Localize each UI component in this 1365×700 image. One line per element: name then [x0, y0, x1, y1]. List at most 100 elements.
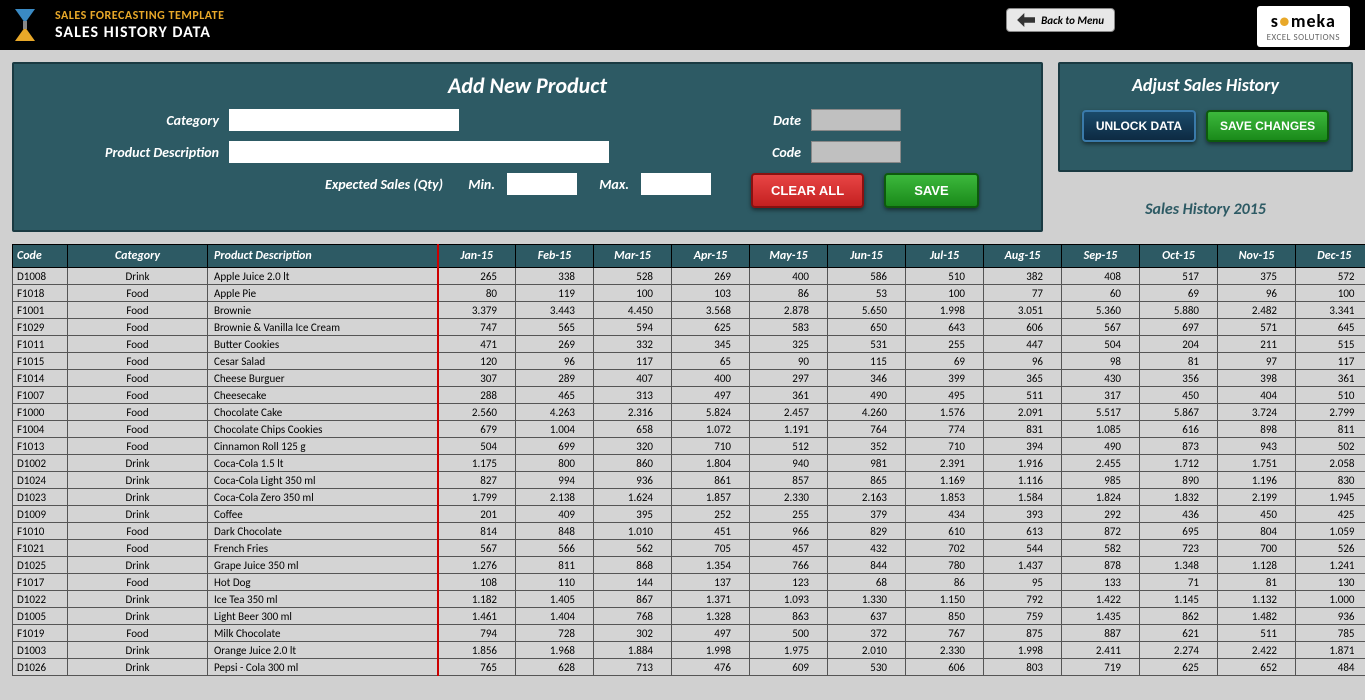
table-cell[interactable]: Drink — [68, 608, 208, 625]
table-cell[interactable]: 345 — [672, 336, 750, 353]
table-cell[interactable]: 2.199 — [1218, 489, 1296, 506]
table-cell[interactable]: Food — [68, 302, 208, 319]
table-cell[interactable]: 1.884 — [594, 642, 672, 659]
table-cell[interactable]: 313 — [594, 387, 672, 404]
table-cell[interactable]: Apple Juice 2.0 lt — [208, 268, 438, 285]
table-cell[interactable]: 695 — [1140, 523, 1218, 540]
table-cell[interactable]: 119 — [516, 285, 594, 302]
table-cell[interactable]: Butter Cookies — [208, 336, 438, 353]
table-cell[interactable]: 719 — [1062, 659, 1140, 676]
table-cell[interactable]: D1003 — [13, 642, 68, 659]
table-cell[interactable]: 650 — [828, 319, 906, 336]
table-cell[interactable]: 862 — [1140, 608, 1218, 625]
table-cell[interactable]: Pepsi - Cola 300 ml — [208, 659, 438, 676]
table-cell[interactable]: 86 — [906, 574, 984, 591]
table-cell[interactable]: 1.998 — [984, 642, 1062, 659]
table-cell[interactable]: 723 — [1140, 540, 1218, 557]
table-cell[interactable]: 1.093 — [750, 591, 828, 608]
table-cell[interactable]: 471 — [438, 336, 516, 353]
table-cell[interactable]: 1.856 — [438, 642, 516, 659]
table-cell[interactable]: 863 — [750, 608, 828, 625]
table-cell[interactable]: 2.058 — [1296, 455, 1365, 472]
table-cell[interactable]: 4.260 — [828, 404, 906, 421]
table-cell[interactable]: 994 — [516, 472, 594, 489]
table-cell[interactable]: 2.274 — [1140, 642, 1218, 659]
table-cell[interactable]: F1018 — [13, 285, 68, 302]
table-cell[interactable]: D1005 — [13, 608, 68, 625]
table-cell[interactable]: 265 — [438, 268, 516, 285]
table-cell[interactable]: 3.051 — [984, 302, 1062, 319]
table-cell[interactable]: 5.824 — [672, 404, 750, 421]
save-product-button[interactable]: SAVE — [884, 173, 978, 208]
table-cell[interactable]: 1.916 — [984, 455, 1062, 472]
table-cell[interactable]: 65 — [672, 353, 750, 370]
table-cell[interactable]: 764 — [828, 421, 906, 438]
table-cell[interactable]: 1.328 — [672, 608, 750, 625]
table-cell[interactable]: Hot Dog — [208, 574, 438, 591]
table-cell[interactable]: 133 — [1062, 574, 1140, 591]
table-cell[interactable]: 517 — [1140, 268, 1218, 285]
table-cell[interactable]: 117 — [1296, 353, 1365, 370]
table-cell[interactable]: 583 — [750, 319, 828, 336]
table-cell[interactable]: 861 — [672, 472, 750, 489]
table-cell[interactable]: D1023 — [13, 489, 68, 506]
table-cell[interactable]: 2.482 — [1218, 302, 1296, 319]
table-cell[interactable]: 652 — [1218, 659, 1296, 676]
table-cell[interactable]: 1.584 — [984, 489, 1062, 506]
table-cell[interactable]: 269 — [516, 336, 594, 353]
table-cell[interactable]: 497 — [672, 387, 750, 404]
table-cell[interactable]: 981 — [828, 455, 906, 472]
table-cell[interactable]: 766 — [750, 557, 828, 574]
table-cell[interactable]: 643 — [906, 319, 984, 336]
table-cell[interactable]: 510 — [1296, 387, 1365, 404]
table-cell[interactable]: 768 — [594, 608, 672, 625]
table-cell[interactable]: 794 — [438, 625, 516, 642]
table-cell[interactable]: 365 — [984, 370, 1062, 387]
table-cell[interactable]: 394 — [984, 438, 1062, 455]
table-cell[interactable]: Drink — [68, 268, 208, 285]
table-cell[interactable]: 625 — [1140, 659, 1218, 676]
table-cell[interactable]: 610 — [906, 523, 984, 540]
table-cell[interactable]: 1.857 — [672, 489, 750, 506]
table-cell[interactable]: 332 — [594, 336, 672, 353]
table-cell[interactable]: 792 — [984, 591, 1062, 608]
table-cell[interactable]: 108 — [438, 574, 516, 591]
table-cell[interactable]: Food — [68, 353, 208, 370]
table-cell[interactable]: 432 — [828, 540, 906, 557]
table-cell[interactable]: 3.341 — [1296, 302, 1365, 319]
table-cell[interactable]: 868 — [594, 557, 672, 574]
table-cell[interactable]: 1.576 — [906, 404, 984, 421]
clear-all-button[interactable]: CLEAR ALL — [751, 173, 864, 208]
table-cell[interactable]: 400 — [672, 370, 750, 387]
table-cell[interactable]: 120 — [438, 353, 516, 370]
table-cell[interactable]: 288 — [438, 387, 516, 404]
table-cell[interactable]: 110 — [516, 574, 594, 591]
table-cell[interactable]: 2.455 — [1062, 455, 1140, 472]
table-cell[interactable]: 1.461 — [438, 608, 516, 625]
table-cell[interactable]: 451 — [672, 523, 750, 540]
table-cell[interactable]: Cesar Salad — [208, 353, 438, 370]
table-cell[interactable]: 1.354 — [672, 557, 750, 574]
table-cell[interactable]: Chocolate Chips Cookies — [208, 421, 438, 438]
table-cell[interactable]: Milk Chocolate — [208, 625, 438, 642]
table-cell[interactable]: D1009 — [13, 506, 68, 523]
table-cell[interactable]: 625 — [672, 319, 750, 336]
table-cell[interactable]: 800 — [516, 455, 594, 472]
table-cell[interactable]: Food — [68, 370, 208, 387]
table-cell[interactable]: 96 — [1218, 285, 1296, 302]
table-cell[interactable]: 346 — [828, 370, 906, 387]
table-cell[interactable]: 1.128 — [1218, 557, 1296, 574]
table-cell[interactable]: 710 — [906, 438, 984, 455]
table-cell[interactable]: 1.276 — [438, 557, 516, 574]
table-cell[interactable]: Food — [68, 404, 208, 421]
table-cell[interactable]: 571 — [1218, 319, 1296, 336]
table-cell[interactable]: 100 — [594, 285, 672, 302]
table-cell[interactable]: 872 — [1062, 523, 1140, 540]
table-cell[interactable]: F1011 — [13, 336, 68, 353]
table-cell[interactable]: Food — [68, 438, 208, 455]
table-cell[interactable]: 60 — [1062, 285, 1140, 302]
table-cell[interactable]: 606 — [906, 659, 984, 676]
table-cell[interactable]: Food — [68, 319, 208, 336]
table-cell[interactable]: 1.799 — [438, 489, 516, 506]
table-cell[interactable]: 1.871 — [1296, 642, 1365, 659]
